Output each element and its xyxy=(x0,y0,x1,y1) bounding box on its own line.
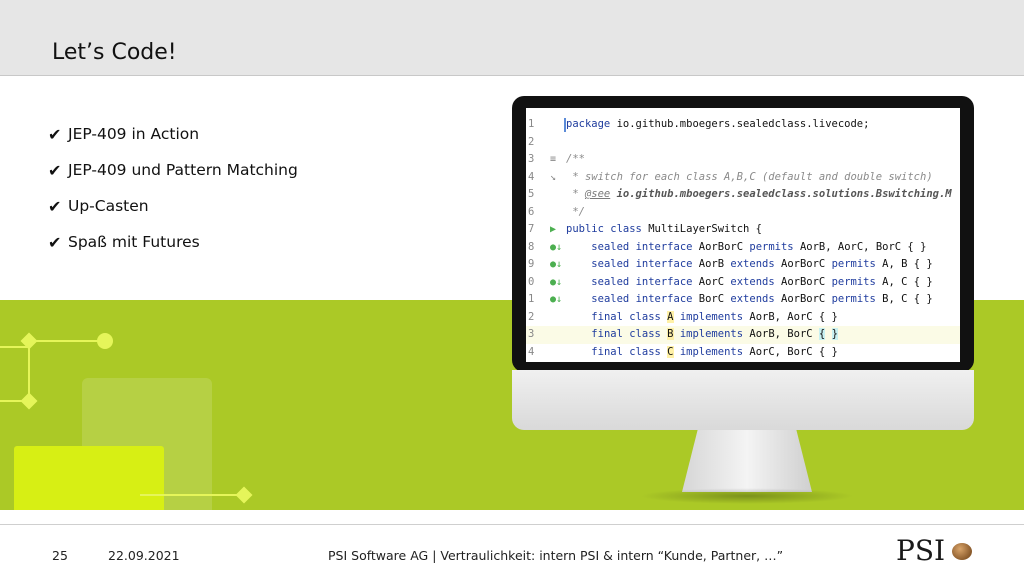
line-number: 3 xyxy=(528,328,535,340)
bullet-item: ✔ Up-Casten xyxy=(48,188,298,224)
line-number: 8 xyxy=(528,240,535,253)
code-text[interactable]: final class B implements AorB, BorC { } xyxy=(566,326,838,344)
code-line: 1 package io.github.mboegers.sealedclass.… xyxy=(526,116,960,134)
decorative-diamond xyxy=(235,486,253,504)
code-line: 1 ●↓ sealed interface BorC extends AorBor… xyxy=(526,291,960,309)
code-line: 9 ●↓ sealed interface AorB extends AorBor… xyxy=(526,256,960,274)
line-number: 1 xyxy=(528,118,535,130)
line-number: 1 xyxy=(528,293,535,305)
code-line: 2 xyxy=(526,134,960,152)
page-number: 25 xyxy=(52,548,68,563)
code-line: 6 */ xyxy=(526,204,960,222)
checkmark-icon: ✔ xyxy=(48,124,62,144)
line-number: 9 xyxy=(528,258,535,270)
code-text[interactable]: public class MultiLayerSwitch { xyxy=(566,221,762,239)
psi-logo: PSI xyxy=(896,534,946,567)
code-text[interactable]: sealed interface AorB extends AorBorC pe… xyxy=(566,256,932,274)
code-line: 0 ●↓ sealed interface AorC extends AorBor… xyxy=(526,274,960,292)
checkmark-icon: ✔ xyxy=(48,232,62,252)
monitor-frame: 1 package io.github.mboegers.sealedclass.… xyxy=(512,96,974,372)
decorative-diamond xyxy=(20,392,38,410)
code-line: 8 ●↓ sealed interface AorBorC permits Aor… xyxy=(526,239,960,257)
decorative-dot xyxy=(97,333,113,349)
code-line: 3 ≡/** xyxy=(526,151,960,169)
bullet-item: ✔ Spaß mit Futures xyxy=(48,224,298,260)
decorative-rectangle-lime xyxy=(14,446,164,510)
checkmark-icon: ✔ xyxy=(48,160,62,180)
decorative-line xyxy=(28,340,104,342)
code-line: 5 * @see io.github.mboegers.sealedclass.… xyxy=(526,186,960,204)
code-line: 2 final class A implements AorB, AorC { … xyxy=(526,309,960,327)
code-line: 7 ▶ public class MultiLayerSwitch { xyxy=(526,221,960,239)
bullet-list: ✔ JEP-409 in Action ✔ JEP-409 und Patter… xyxy=(48,116,298,260)
line-number: 2 xyxy=(528,310,535,323)
code-text[interactable]: sealed interface BorC extends AorBorC pe… xyxy=(566,291,932,309)
code-text[interactable]: final class C implements AorC, BorC { } xyxy=(566,344,838,362)
code-line: 4 ↘ * switch for each class A,B,C (defaul… xyxy=(526,169,960,187)
monitor-stand xyxy=(682,430,812,492)
line-number: 6 xyxy=(528,205,535,218)
code-text[interactable]: /** xyxy=(566,151,585,169)
line-number: 2 xyxy=(528,135,535,148)
code-text[interactable]: sealed interface AorC extends AorBorC pe… xyxy=(566,274,932,292)
line-number: 4 xyxy=(528,345,535,358)
monitor-stand-shadow xyxy=(640,488,854,504)
decorative-line xyxy=(140,494,244,496)
bullet-text: JEP-409 und Pattern Matching xyxy=(68,161,298,179)
monitor-chin xyxy=(512,370,974,430)
slide-title: Let’s Code! xyxy=(52,40,177,65)
bullet-text: Up-Casten xyxy=(68,197,149,215)
code-line: 3 final class B implements AorB, BorC { … xyxy=(526,326,960,344)
code-text[interactable]: */ xyxy=(566,204,585,222)
footer-confidentiality: PSI Software AG | Vertraulichkeit: inter… xyxy=(328,548,784,563)
code-editor-screen: 1 package io.github.mboegers.sealedclass.… xyxy=(526,108,960,362)
footer-divider xyxy=(0,524,1024,525)
code-text[interactable]: sealed interface AorBorC permits AorB, A… xyxy=(566,239,926,257)
code-listing: 1 package io.github.mboegers.sealedclass.… xyxy=(526,116,960,362)
line-number: 0 xyxy=(528,275,535,288)
bullet-text: JEP-409 in Action xyxy=(68,125,200,143)
code-line: 5 xyxy=(526,361,960,362)
line-number: 5 xyxy=(528,361,540,362)
line-number: 7 xyxy=(528,223,535,235)
code-text[interactable]: * switch for each class A,B,C (default a… xyxy=(566,169,932,187)
psi-logo-nut-icon xyxy=(952,543,972,560)
code-text[interactable]: * @see io.github.mboegers.sealedclass.so… xyxy=(566,186,951,204)
checkmark-icon: ✔ xyxy=(48,196,62,216)
code-line: 4 final class C implements AorC, BorC { … xyxy=(526,344,960,362)
code-text[interactable]: package io.github.mboegers.sealedclass.l… xyxy=(566,116,869,134)
bullet-text: Spaß mit Futures xyxy=(68,233,200,251)
code-text[interactable]: final class A implements AorB, AorC { } xyxy=(566,309,838,327)
line-number: 3 xyxy=(528,153,535,165)
footer-date: 22.09.2021 xyxy=(108,548,180,563)
bullet-item: ✔ JEP-409 in Action xyxy=(48,116,298,152)
line-number: 5 xyxy=(528,188,535,200)
bullet-item: ✔ JEP-409 und Pattern Matching xyxy=(48,152,298,188)
line-number: 4 xyxy=(528,170,535,183)
